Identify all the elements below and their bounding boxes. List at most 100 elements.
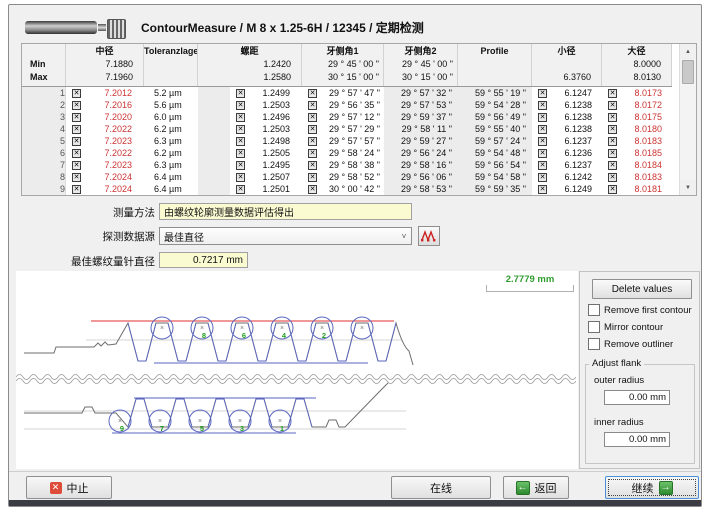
red-x-icon: ✕	[50, 482, 62, 494]
source-label: 探测数据源	[9, 229, 155, 244]
cell-tol: 5.2 µm	[144, 87, 198, 99]
checked-checkbox-icon[interactable]	[236, 113, 245, 122]
cell-angle2: 29 ° 57 ' 32 "	[384, 87, 458, 99]
checked-checkbox-icon[interactable]	[236, 185, 245, 194]
cell-tol: 5.6 µm	[144, 99, 198, 111]
cell-num: 7	[22, 159, 66, 171]
checked-checkbox-icon[interactable]	[538, 185, 547, 194]
outer-radius-input[interactable]: 0.00 mm	[604, 390, 670, 405]
scroll-down-icon[interactable]: ▼	[680, 180, 696, 195]
checked-checkbox-icon[interactable]	[608, 113, 617, 122]
checked-checkbox-icon[interactable]	[308, 89, 317, 98]
checked-checkbox-icon[interactable]	[308, 125, 317, 134]
checked-checkbox-icon[interactable]	[72, 89, 81, 98]
online-button[interactable]: 在线	[391, 476, 491, 499]
checked-checkbox-icon[interactable]	[236, 173, 245, 182]
table-filler	[672, 44, 679, 195]
checked-checkbox-icon[interactable]	[308, 137, 317, 146]
panel-checkbox-mirror-contour[interactable]: Mirror contour	[588, 321, 663, 333]
panel-checkbox-remove-first-contour[interactable]: Remove first contour	[588, 304, 692, 316]
delete-values-button[interactable]: Delete values	[592, 279, 692, 299]
cell-angle1: 29 ° 57 ' 47 "	[302, 87, 384, 99]
thread-profile-button[interactable]	[418, 226, 440, 246]
cell-pitch: 1.2495	[230, 159, 302, 171]
cell-major: 8.0175	[602, 111, 672, 123]
panel-checkbox-remove-outliner[interactable]: Remove outliner	[588, 338, 673, 350]
checked-checkbox-icon[interactable]	[538, 125, 547, 134]
scroll-up-icon[interactable]: ▲	[680, 44, 696, 59]
flank-number-label: 7	[160, 424, 164, 433]
checked-checkbox-icon[interactable]	[72, 125, 81, 134]
contour-plot: ××8×6×4×2××9×7×5×3×1	[16, 271, 576, 465]
checked-checkbox-icon[interactable]	[538, 89, 547, 98]
checked-checkbox-icon[interactable]	[538, 101, 547, 110]
table-row: 67.20226.2 µm1.250529 ° 58 ' 24 "29 ° 56…	[22, 147, 672, 159]
cell-major: 8.0173	[602, 87, 672, 99]
checked-checkbox-icon[interactable]	[608, 149, 617, 158]
cell-angle2: 29 ° 59 ' 37 "	[384, 111, 458, 123]
adjust-flank-label: Adjust flank	[589, 358, 644, 369]
checked-checkbox-icon[interactable]	[236, 161, 245, 170]
header-col: Toleranzlage	[144, 44, 198, 86]
checked-checkbox-icon[interactable]	[72, 161, 81, 170]
checked-checkbox-icon[interactable]	[72, 137, 81, 146]
cell-num: 5	[22, 135, 66, 147]
source-dropdown[interactable]: 最佳直径 ˅	[159, 227, 412, 245]
next-button[interactable]: 继续 →	[605, 476, 699, 499]
cell-angle1: 29 ° 58 ' 24 "	[302, 147, 384, 159]
contour-measure-dialog: ContourMeasure / M 8 x 1.25-6H / 12345 /…	[8, 4, 702, 507]
checked-checkbox-icon[interactable]	[608, 137, 617, 146]
flank-number-label: 2	[322, 331, 326, 340]
screen: ContourMeasure / M 8 x 1.25-6H / 12345 /…	[0, 0, 710, 512]
checked-checkbox-icon[interactable]	[608, 161, 617, 170]
cell-minor: 6.1247	[532, 87, 602, 99]
cell-d2: 7.2020	[66, 111, 144, 123]
checkbox-icon[interactable]	[588, 321, 600, 333]
checked-checkbox-icon[interactable]	[608, 185, 617, 194]
checked-checkbox-icon[interactable]	[72, 113, 81, 122]
header-col: 螺距1.24201.2580	[198, 44, 302, 86]
cell-d2: 7.2023	[66, 135, 144, 147]
svg-text:×: ×	[160, 325, 164, 332]
abort-button[interactable]: ✕ 中止	[26, 476, 112, 499]
cell-angle2: 29 ° 56 ' 24 "	[384, 147, 458, 159]
cell-num: 3	[22, 111, 66, 123]
checked-checkbox-icon[interactable]	[72, 173, 81, 182]
cell-spacer	[198, 111, 230, 123]
checked-checkbox-icon[interactable]	[608, 89, 617, 98]
checked-checkbox-icon[interactable]	[538, 137, 547, 146]
checked-checkbox-icon[interactable]	[308, 101, 317, 110]
checked-checkbox-icon[interactable]	[538, 161, 547, 170]
checked-checkbox-icon[interactable]	[608, 125, 617, 134]
checked-checkbox-icon[interactable]	[236, 89, 245, 98]
checked-checkbox-icon[interactable]	[236, 149, 245, 158]
checked-checkbox-icon[interactable]	[608, 101, 617, 110]
cell-major: 8.0172	[602, 99, 672, 111]
checked-checkbox-icon[interactable]	[308, 161, 317, 170]
checkbox-icon[interactable]	[588, 338, 600, 350]
table-scrollbar[interactable]: ▲ ▼	[679, 44, 696, 195]
checked-checkbox-icon[interactable]	[608, 173, 617, 182]
checked-checkbox-icon[interactable]	[72, 101, 81, 110]
cell-minor: 6.1236	[532, 147, 602, 159]
back-button[interactable]: ← 返回	[503, 476, 569, 499]
checked-checkbox-icon[interactable]	[308, 149, 317, 158]
checked-checkbox-icon[interactable]	[72, 149, 81, 158]
checkbox-icon[interactable]	[588, 304, 600, 316]
contour-canvas[interactable]: ××8×6×4×2××9×7×5×3×1 2.7779 mm	[16, 271, 578, 469]
checked-checkbox-icon[interactable]	[308, 173, 317, 182]
checked-checkbox-icon[interactable]	[538, 149, 547, 158]
scroll-thumb[interactable]	[682, 60, 694, 84]
flank-number-label: 1	[280, 424, 284, 433]
checked-checkbox-icon[interactable]	[308, 185, 317, 194]
checked-checkbox-icon[interactable]	[308, 113, 317, 122]
checked-checkbox-icon[interactable]	[236, 137, 245, 146]
checked-checkbox-icon[interactable]	[538, 173, 547, 182]
cell-spacer	[198, 87, 230, 99]
checked-checkbox-icon[interactable]	[538, 113, 547, 122]
checked-checkbox-icon[interactable]	[236, 125, 245, 134]
checked-checkbox-icon[interactable]	[236, 101, 245, 110]
cell-num: 2	[22, 99, 66, 111]
inner-radius-input[interactable]: 0.00 mm	[604, 432, 670, 447]
checked-checkbox-icon[interactable]	[72, 185, 81, 194]
